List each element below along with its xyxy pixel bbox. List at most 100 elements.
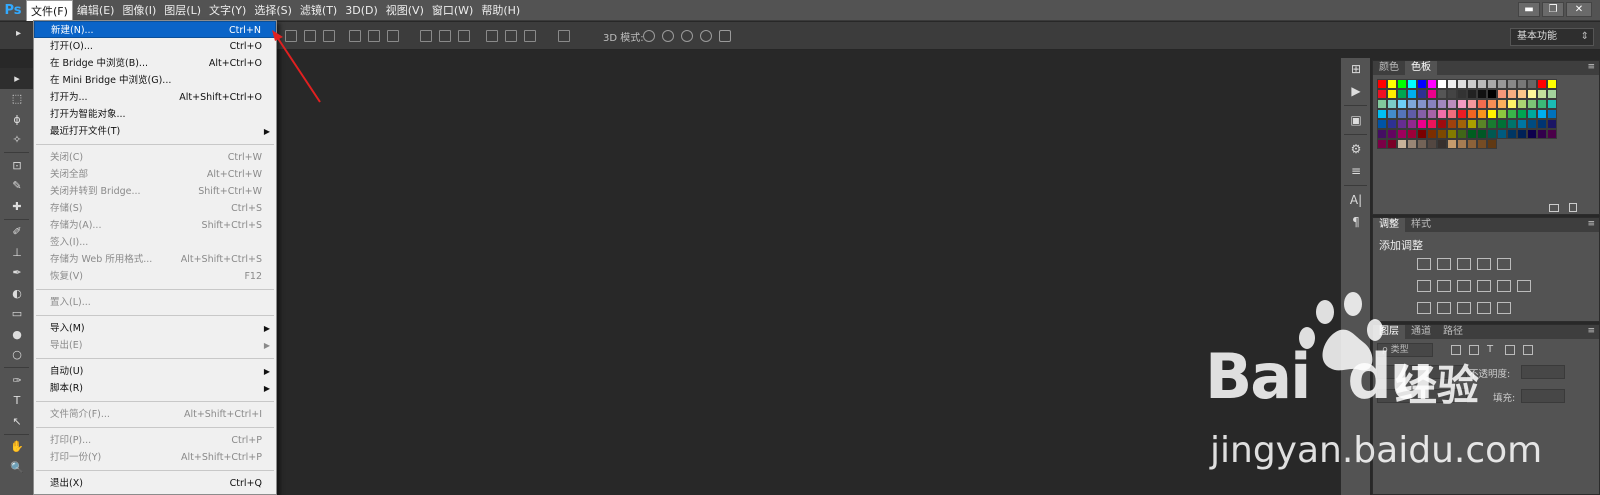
swatch[interactable] (1457, 129, 1467, 139)
swatch[interactable] (1387, 79, 1397, 89)
swatch[interactable] (1497, 129, 1507, 139)
swatch[interactable] (1527, 109, 1537, 119)
exposure-icon[interactable] (1477, 258, 1491, 270)
swatch[interactable] (1517, 109, 1527, 119)
swatch[interactable] (1537, 89, 1547, 99)
swatch[interactable] (1467, 89, 1477, 99)
tool-16-icon[interactable]: ↖ (0, 411, 34, 432)
swatch[interactable] (1547, 109, 1557, 119)
tool-7-icon[interactable]: ✐ (0, 222, 34, 243)
swatch[interactable] (1437, 89, 1447, 99)
swatch[interactable] (1447, 119, 1457, 129)
swatch[interactable] (1487, 79, 1497, 89)
black-white-icon[interactable] (1457, 280, 1471, 292)
file-menu-item[interactable]: 在 Mini Bridge 中浏览(G)... (34, 72, 276, 89)
panel-menu-icon[interactable]: ≡ (1587, 62, 1595, 72)
threshold-icon[interactable] (1457, 302, 1471, 314)
swatch[interactable] (1477, 109, 1487, 119)
swatch[interactable] (1437, 109, 1447, 119)
swatch[interactable] (1407, 99, 1417, 109)
dock-6-icon[interactable]: ¶ (1341, 211, 1371, 233)
hue-saturation-icon[interactable] (1417, 280, 1431, 292)
tab-样式[interactable]: 样式 (1405, 218, 1437, 232)
align-right-icon[interactable] (387, 30, 399, 42)
swatch[interactable] (1507, 89, 1517, 99)
swatch[interactable] (1487, 129, 1497, 139)
restore-button[interactable]: ❐ (1542, 2, 1564, 17)
swatch[interactable] (1407, 139, 1417, 149)
dock-4-icon[interactable]: ≡ (1341, 160, 1371, 182)
menu-2[interactable]: 图像(I) (118, 0, 160, 21)
close-button[interactable]: ✕ (1566, 2, 1592, 17)
invert-icon[interactable] (1417, 302, 1431, 314)
swatch[interactable] (1457, 89, 1467, 99)
new-swatch-icon[interactable] (1549, 204, 1559, 212)
align-hcenter-icon[interactable] (368, 30, 380, 42)
swatch[interactable] (1497, 79, 1507, 89)
swatch[interactable] (1457, 139, 1467, 149)
tool-13-icon[interactable]: ○ (0, 345, 34, 366)
tool-18-icon[interactable]: 🔍 (0, 457, 34, 478)
vibrance-icon[interactable] (1497, 258, 1511, 270)
tab-路径[interactable]: 路径 (1437, 325, 1469, 339)
swatch[interactable] (1537, 99, 1547, 109)
swatch[interactable] (1447, 129, 1457, 139)
minimize-button[interactable]: ▬ (1518, 2, 1540, 17)
menu-9[interactable]: 窗口(W) (428, 0, 477, 21)
swatch[interactable] (1437, 139, 1447, 149)
move-tool-options-icon[interactable]: ▸ (16, 28, 28, 40)
swatch[interactable] (1397, 119, 1407, 129)
tool-12-icon[interactable]: ● (0, 324, 34, 345)
swatch[interactable] (1417, 89, 1427, 99)
swatch[interactable] (1457, 99, 1467, 109)
swatch[interactable] (1517, 129, 1527, 139)
workspace-select[interactable]: 基本功能 ⇕ (1510, 28, 1594, 46)
dock-1-icon[interactable]: ▶ (1341, 80, 1371, 102)
file-menu-item[interactable]: 打开为... Alt+Shift+Ctrl+O (34, 89, 276, 106)
swatch[interactable] (1497, 119, 1507, 129)
3d-scale-icon[interactable] (719, 30, 731, 42)
menu-7[interactable]: 3D(D) (341, 0, 382, 21)
swatch[interactable] (1517, 119, 1527, 129)
dock-2-icon[interactable]: ▣ (1341, 109, 1371, 131)
menu-10[interactable]: 帮助(H) (477, 0, 524, 21)
filter-type-icon[interactable]: T (1487, 345, 1497, 355)
align-left-icon[interactable] (349, 30, 361, 42)
dock-0-icon[interactable]: ⊞ (1341, 58, 1371, 80)
swatch[interactable] (1377, 89, 1387, 99)
swatch[interactable] (1427, 139, 1437, 149)
file-menu-item[interactable]: 退出(X) Ctrl+Q (34, 475, 276, 492)
tool-8-icon[interactable]: ⊥ (0, 242, 34, 263)
tool-2-icon[interactable]: ϕ (0, 109, 34, 130)
3d-roll-icon[interactable] (662, 30, 674, 42)
swatch[interactable] (1387, 99, 1397, 109)
panel-menu-icon[interactable]: ≡ (1587, 219, 1595, 229)
swatch[interactable] (1527, 79, 1537, 89)
panel-menu-icon[interactable]: ≡ (1587, 326, 1595, 336)
menu-4[interactable]: 文字(Y) (205, 0, 250, 21)
align-bottom-icon[interactable] (323, 30, 335, 42)
menu-0[interactable]: 文件(F) (26, 0, 73, 21)
tool-14-icon[interactable]: ✑ (0, 370, 34, 391)
swatch[interactable] (1547, 99, 1557, 109)
swatch[interactable] (1437, 129, 1447, 139)
menu-6[interactable]: 滤镜(T) (296, 0, 341, 21)
swatch[interactable] (1397, 89, 1407, 99)
swatch[interactable] (1447, 89, 1457, 99)
menu-1[interactable]: 编辑(E) (73, 0, 119, 21)
swatch[interactable] (1417, 109, 1427, 119)
swatch[interactable] (1417, 129, 1427, 139)
dock-5-icon[interactable]: A| (1341, 189, 1371, 211)
swatch[interactable] (1397, 79, 1407, 89)
tool-5-icon[interactable]: ✎ (0, 176, 34, 197)
swatch[interactable] (1387, 139, 1397, 149)
distribute-bottom-icon[interactable] (458, 30, 470, 42)
swatch[interactable] (1547, 129, 1557, 139)
swatch[interactable] (1467, 99, 1477, 109)
swatch[interactable] (1477, 139, 1487, 149)
dock-3-icon[interactable]: ⚙ (1341, 138, 1371, 160)
levels-icon[interactable] (1437, 258, 1451, 270)
curves-icon[interactable] (1457, 258, 1471, 270)
photo-filter-icon[interactable] (1477, 280, 1491, 292)
swatch[interactable] (1507, 109, 1517, 119)
